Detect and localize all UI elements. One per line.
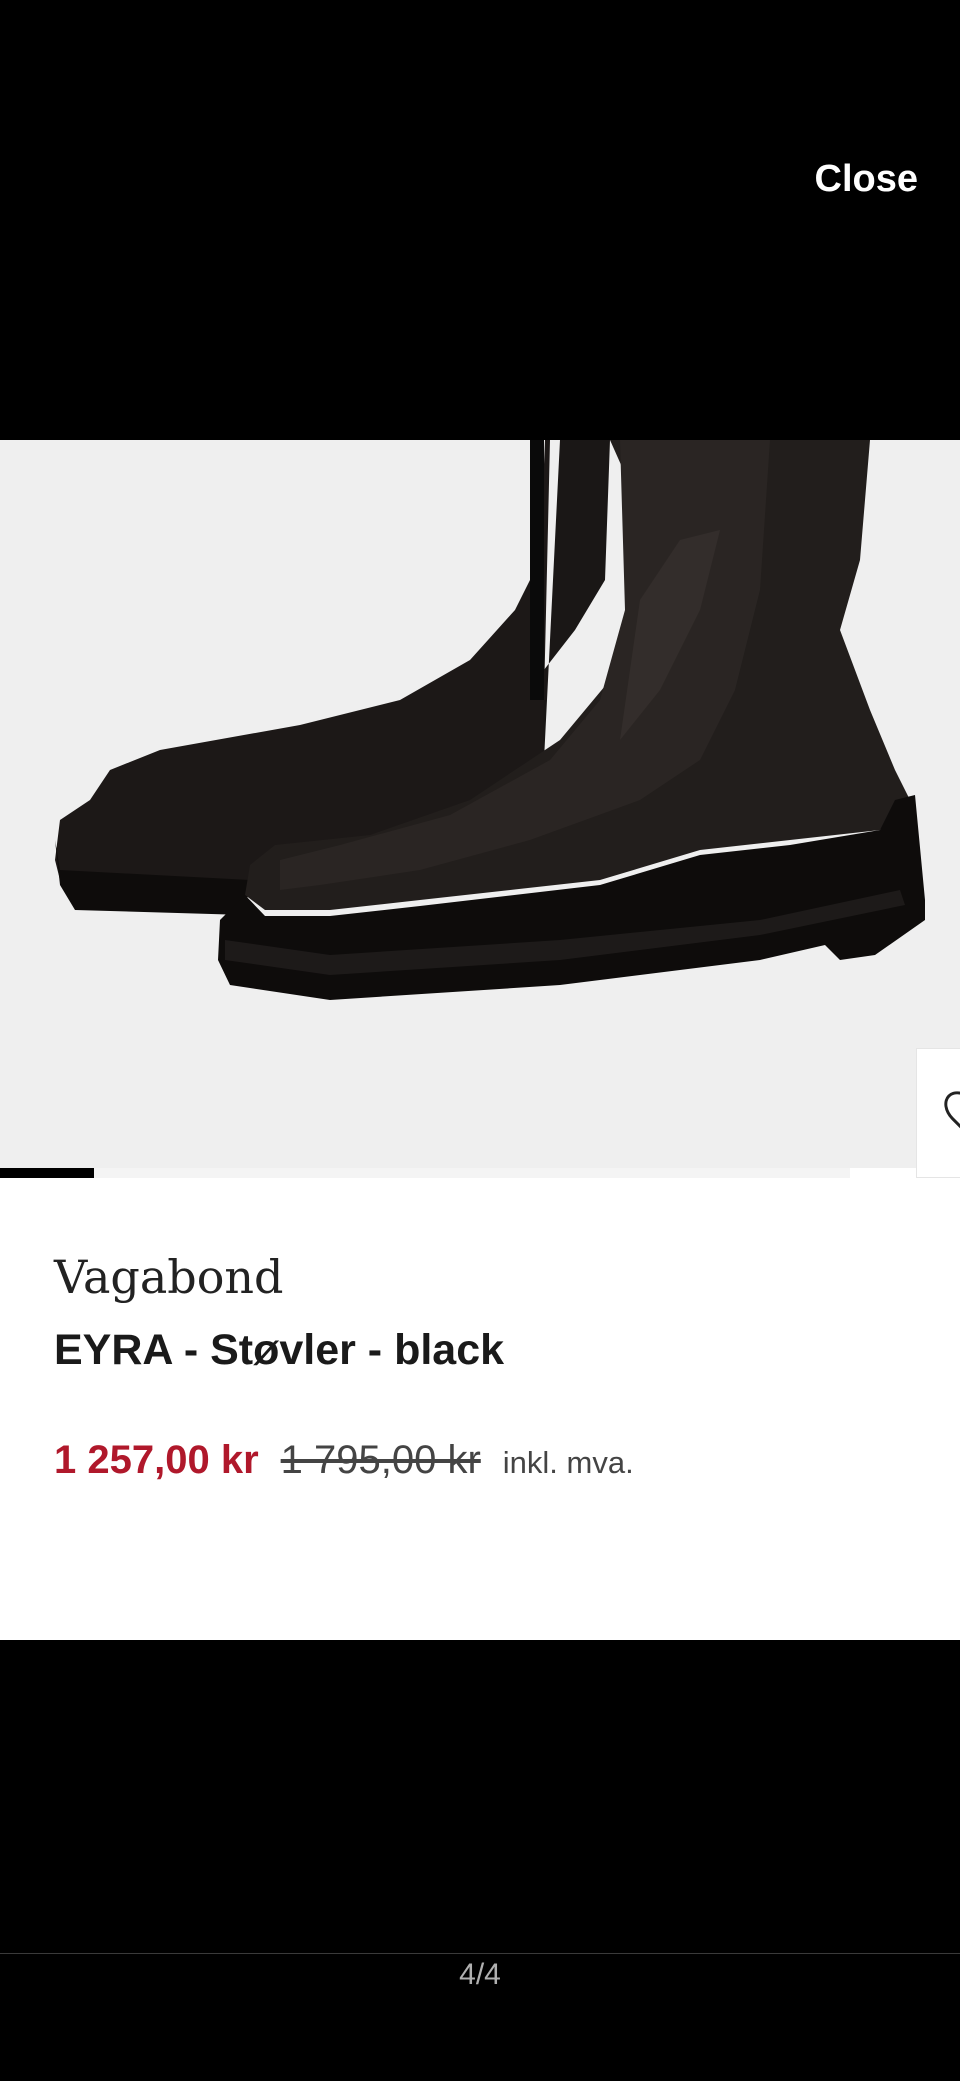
image-pager: 4/4 <box>459 1958 501 1991</box>
image-progress-fill <box>0 1168 94 1178</box>
location-pin-icon <box>937 1084 960 1134</box>
product-name: EYRA - Støvler - black <box>54 1326 505 1374</box>
product-screenshot: Vagabond EYRA - Støvler - black 1 257,00… <box>0 440 960 1640</box>
image-viewer: Close Vagabond EYRA - Støvler - black 1 … <box>0 0 960 2081</box>
side-tab[interactable] <box>916 1048 960 1178</box>
product-brand: Vagabond <box>54 1250 284 1304</box>
product-image <box>0 440 960 1168</box>
price-row: 1 257,00 kr 1 795,00 kr inkl. mva. <box>54 1438 634 1483</box>
image-progress-track <box>0 1168 850 1178</box>
bottom-divider <box>0 1953 960 1954</box>
vat-note: inkl. mva. <box>502 1445 634 1480</box>
original-price: 1 795,00 kr <box>280 1438 481 1482</box>
boots-illustration <box>0 440 960 1168</box>
sale-price: 1 257,00 kr <box>54 1438 259 1482</box>
close-button[interactable]: Close <box>815 158 918 201</box>
